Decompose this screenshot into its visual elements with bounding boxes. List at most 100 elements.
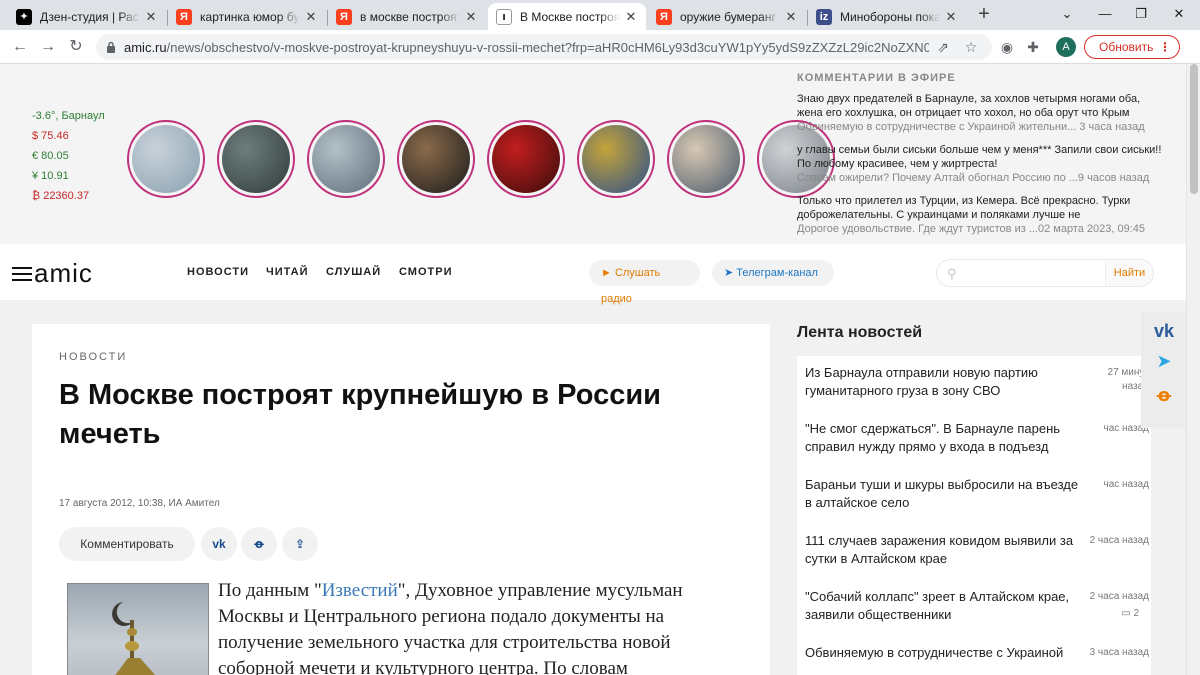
- browser-tab[interactable]: Яв москве построят ме... ✕: [328, 3, 486, 30]
- tab-close-icon[interactable]: ✕: [304, 9, 318, 25]
- izvestia-link[interactable]: Известий: [322, 580, 398, 601]
- tab-title: оружие бумеранг рф...: [680, 9, 780, 24]
- comment-item[interactable]: Только что прилетел из Турции, из Кемера…: [797, 194, 1167, 236]
- site-logo[interactable]: amic: [12, 258, 93, 289]
- reload-icon[interactable]: ↻: [64, 35, 88, 59]
- nav-listen[interactable]: СЛУШАЙ: [326, 266, 381, 278]
- menu-burger-icon[interactable]: [12, 266, 32, 281]
- feed-item[interactable]: "Не смог сдержаться". В Барнауле парень …: [797, 420, 1151, 476]
- feed-item-time: 2 часа назад: [1089, 535, 1149, 546]
- restore-button[interactable]: ❐: [1122, 0, 1160, 30]
- feed-item-title: Из Барнаула отправили новую партию гуман…: [805, 365, 1038, 398]
- article-text-part1: По данным ": [218, 580, 322, 601]
- story-thumbnail: [402, 125, 470, 193]
- tab-search-icon[interactable]: ⌄: [1048, 0, 1086, 30]
- feed-item[interactable]: 111 случаев заражения ковидом выявили за…: [797, 532, 1151, 588]
- story-circle[interactable]: [577, 120, 655, 198]
- share-ok-icon[interactable]: ꝋ: [241, 527, 277, 561]
- feed-item[interactable]: Из Барнаула отправили новую партию гуман…: [797, 364, 1151, 420]
- feed-item-time: 27 минут назад: [1107, 367, 1149, 392]
- top-strip: -3.6°, Барнаул $ 75.46 € 80.05 ¥ 10.91 ₿…: [0, 64, 1186, 244]
- update-button-label: Обновить: [1099, 40, 1154, 54]
- comment-item[interactable]: Знаю двух предателей в Барнауле, за хохл…: [797, 92, 1167, 134]
- url-host: amic.ru: [124, 40, 167, 55]
- forward-icon[interactable]: →: [36, 35, 60, 59]
- article-image[interactable]: [67, 583, 209, 675]
- search-input[interactable]: [965, 265, 1100, 283]
- story-circle[interactable]: [487, 120, 565, 198]
- cny-rate: ¥ 10.91: [32, 170, 69, 182]
- comment-text: Знаю двух предателей в Барнауле, за хохл…: [797, 93, 1141, 119]
- feed-list: Из Барнаула отправили новую партию гуман…: [797, 356, 1151, 675]
- story-circle[interactable]: [127, 120, 205, 198]
- tab-bar: ✦Дзен-студия | Расска...✕Якартинка юмор …: [0, 0, 1200, 30]
- comment-meta: Обвиняемую в сотрудничестве с Украиной ж…: [797, 121, 1145, 133]
- tab-close-icon[interactable]: ✕: [624, 9, 638, 25]
- new-tab-button[interactable]: +: [974, 4, 994, 25]
- story-circle[interactable]: [397, 120, 475, 198]
- story-thumbnail: [672, 125, 740, 193]
- search-icon: ⚲: [947, 266, 957, 281]
- profile-avatar[interactable]: A: [1056, 37, 1076, 57]
- mosque-crescent-illustration: [112, 602, 156, 675]
- extension-icon[interactable]: ◉: [998, 38, 1016, 56]
- feed-item-title: 111 случаев заражения ковидом выявили за…: [805, 533, 1074, 566]
- tab-title: В Москве построят кр...: [520, 9, 620, 24]
- site-header: amic НОВОСТИ ЧИТАЙ СЛУШАЙ СМОТРИ ► Слуша…: [0, 244, 1186, 305]
- tab-close-icon[interactable]: ✕: [944, 9, 958, 25]
- article-rubric[interactable]: НОВОСТИ: [59, 351, 127, 363]
- yandex-icon: Я: [176, 8, 192, 25]
- nav-watch[interactable]: СМОТРИ: [399, 266, 452, 278]
- url-text[interactable]: amic.ru/news/obschestvo/v-moskve-postroy…: [124, 40, 929, 55]
- tab-close-icon[interactable]: ✕: [464, 9, 478, 25]
- feed-item-title: Бараньи туши и шкуры выбросили на въезде…: [805, 477, 1079, 510]
- bookmark-star-icon[interactable]: ☆: [962, 38, 980, 56]
- tab-close-icon[interactable]: ✕: [784, 9, 798, 25]
- address-bar[interactable]: amic.ru/news/obschestvo/v-moskve-postroy…: [96, 34, 992, 60]
- close-window-button[interactable]: ✕: [1160, 0, 1198, 30]
- story-circle[interactable]: [217, 120, 295, 198]
- story-thumbnail: [312, 125, 380, 193]
- tab-close-icon[interactable]: ✕: [144, 9, 158, 25]
- page-scrollbar[interactable]: [1186, 64, 1200, 675]
- search-button[interactable]: Найти: [1105, 260, 1153, 286]
- share-page-icon[interactable]: ⇗: [934, 38, 952, 56]
- browser-tab[interactable]: ✦ Дзен-студия | Расска... ✕: [8, 3, 166, 30]
- browser-tab[interactable]: Якартинка юмор буме... ✕: [168, 3, 326, 30]
- story-circle[interactable]: [667, 120, 745, 198]
- yandex-icon: Я: [656, 8, 672, 25]
- live-comments: КОММЕНТАРИИ В ЭФИРЕ Знаю двух предателей…: [797, 72, 1167, 245]
- menu-dots-icon: ⋮: [1159, 40, 1171, 54]
- listen-radio-button[interactable]: ► Слушать радио: [589, 260, 700, 305]
- update-button[interactable]: Обновить ⋮: [1084, 35, 1180, 59]
- odnoklassniki-icon[interactable]: ꝋ: [1151, 382, 1177, 408]
- yandex-icon: Я: [336, 8, 352, 25]
- share-vk-icon[interactable]: vk: [201, 527, 237, 561]
- browser-tab[interactable]: Яоружие бумеранг рф... ✕: [648, 3, 806, 30]
- vk-icon[interactable]: vk: [1151, 318, 1177, 344]
- feed-item-time: 3 часа назад: [1089, 647, 1149, 658]
- tab-title: Минобороны показа...: [840, 9, 940, 24]
- browser-tab[interactable]: iz Минобороны показа... ✕: [808, 3, 966, 30]
- comment-item[interactable]: у главы семьи были сиськи больше чем у м…: [797, 143, 1167, 185]
- feed-item[interactable]: Обвиняемую в сотрудничестве с Украиной 3…: [797, 644, 1151, 675]
- feed-item-comment-count: ▭ 2: [1121, 608, 1139, 619]
- scrollbar-thumb[interactable]: [1190, 64, 1198, 194]
- minimize-button[interactable]: —: [1086, 0, 1124, 30]
- feed-item[interactable]: Бараньи туши и шкуры выбросили на въезде…: [797, 476, 1151, 532]
- comments-heading: КОММЕНТАРИИ В ЭФИРЕ: [797, 72, 956, 84]
- comment-button[interactable]: Комментировать: [59, 527, 195, 561]
- iz-icon: iz: [816, 8, 832, 25]
- back-icon[interactable]: ←: [8, 35, 32, 59]
- browser-tab[interactable]: ı В Москве построят кр... ✕: [488, 3, 646, 30]
- nav-news[interactable]: НОВОСТИ: [187, 266, 249, 278]
- share-link-icon[interactable]: ⇪: [282, 527, 318, 561]
- feed-item[interactable]: "Собачий коллапс" зреет в Алтайском крае…: [797, 588, 1151, 644]
- story-circle[interactable]: [307, 120, 385, 198]
- telegram-channel-button[interactable]: ➤ Телеграм-канал: [712, 260, 834, 286]
- nav-read[interactable]: ЧИТАЙ: [266, 266, 309, 278]
- comment-text: у главы семьи были сиськи больше чем у м…: [797, 144, 1162, 170]
- telegram-icon[interactable]: ➤: [1151, 348, 1177, 374]
- telegram-label: Телеграм-канал: [736, 267, 818, 279]
- comment-meta: Дорогое удовольствие. Где ждут туристов …: [797, 223, 1146, 235]
